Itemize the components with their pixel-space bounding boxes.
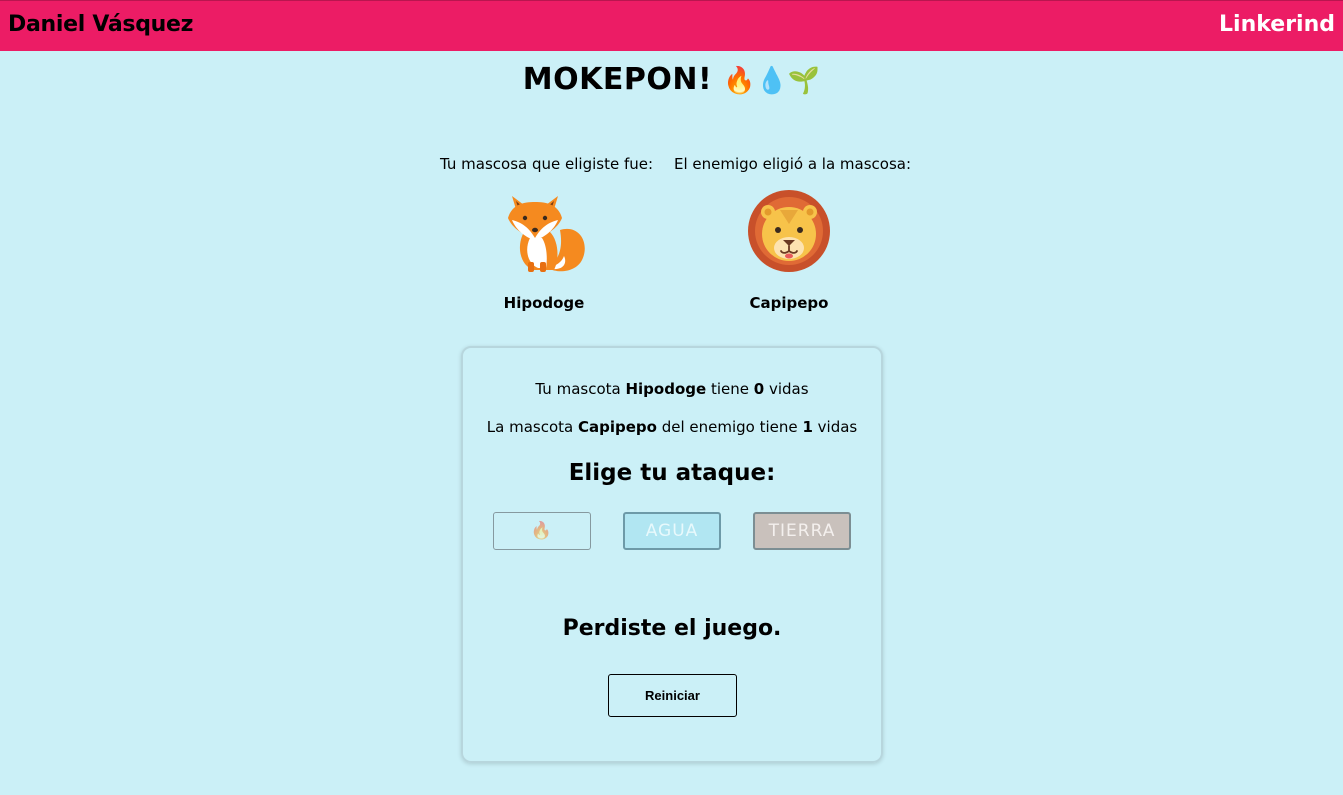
- enemy-lives-mid: del enemigo tiene: [661, 418, 798, 436]
- player-lives-pet: Hipodoge: [625, 380, 707, 398]
- fox-icon: [508, 196, 585, 272]
- player-lives-text: Tu mascota Hipodoge tiene 0 vidas: [463, 380, 881, 398]
- earth-attack-button[interactable]: TIERRA: [753, 512, 851, 550]
- battle-panel: Tu mascota Hipodoge tiene 0 vidas La mas…: [461, 346, 883, 763]
- fire-icon: 🔥: [530, 521, 554, 541]
- title-text: MOKEPON!: [522, 62, 713, 97]
- enemy-lives-prefix: La mascota: [486, 418, 574, 436]
- linkedin-link[interactable]: Linkerind: [1219, 12, 1335, 37]
- player-pet-name: Hipodoge: [503, 294, 585, 312]
- player-lives-prefix: Tu mascota: [535, 380, 621, 398]
- page-title: MOKEPON! 🔥💧🌱: [0, 62, 1343, 97]
- player-lives-mid: tiene: [710, 380, 749, 398]
- element-emojis: 🔥💧🌱: [723, 66, 821, 96]
- enemy-lives-suffix: vidas: [817, 418, 858, 436]
- enemy-lives-pet: Capipepo: [577, 418, 657, 436]
- attack-heading: Elige tu ataque:: [568, 460, 776, 486]
- enemy-lives-count: 1: [802, 418, 813, 436]
- player-lives-suffix: vidas: [768, 380, 809, 398]
- enemy-pet-name: Capipepo: [749, 294, 829, 312]
- fire-attack-button[interactable]: 🔥: [493, 512, 591, 550]
- top-bar: Daniel Vásquez Linkerind: [0, 0, 1343, 51]
- result-message: Perdiste el juego.: [562, 616, 782, 641]
- water-attack-button[interactable]: AGUA: [623, 512, 721, 550]
- player-pet-caption: Tu mascosa que eligiste fue:: [440, 155, 654, 173]
- lion-icon: [748, 190, 830, 272]
- restart-button[interactable]: Reiniciar: [608, 674, 737, 717]
- enemy-lives-text: La mascota Capipepo del enemigo tiene 1 …: [463, 418, 881, 436]
- player-lives-count: 0: [753, 380, 765, 398]
- enemy-pet-caption: El enemigo eligió a la mascosa:: [674, 155, 912, 173]
- author-name: Daniel Vásquez: [8, 12, 194, 37]
